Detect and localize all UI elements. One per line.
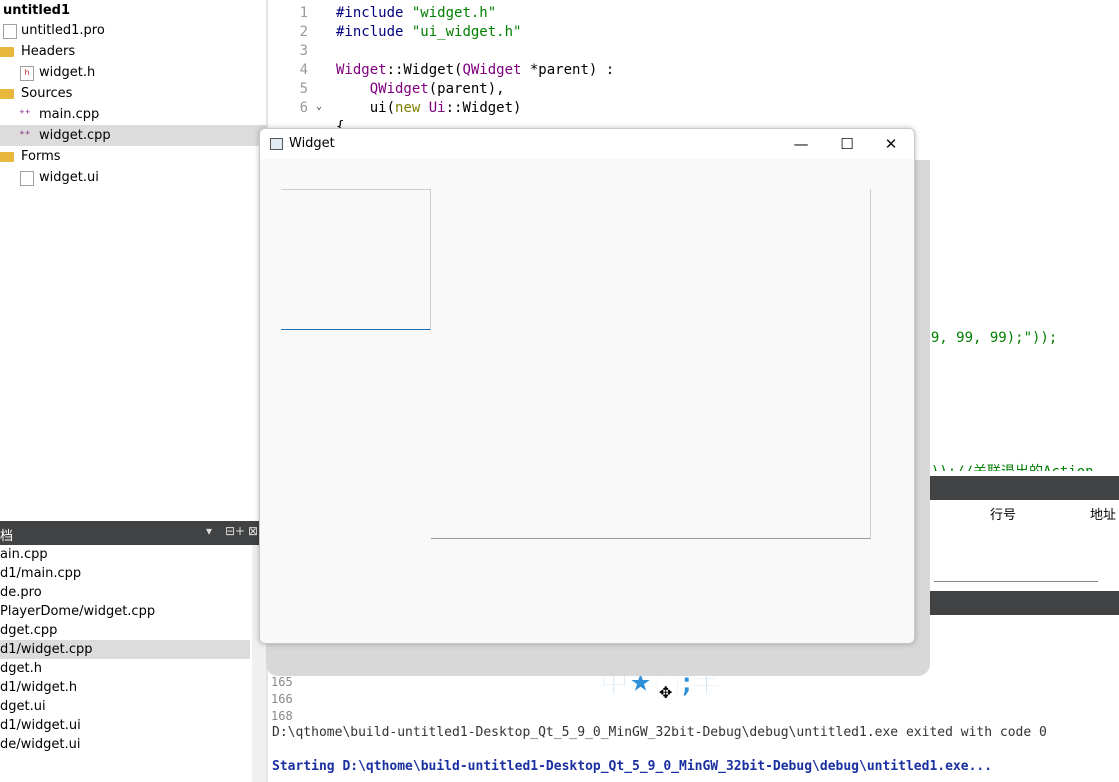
code-line-6: ui(new Ui::Widget) bbox=[336, 100, 522, 116]
app-icon bbox=[270, 138, 283, 150]
column-header-line[interactable]: 行号 bbox=[990, 504, 1016, 523]
line-number: 2 bbox=[299, 24, 308, 40]
open-documents-header: 档 ▾ ⊟+ ⊠ bbox=[0, 521, 266, 545]
tree-item-pro[interactable]: untitled1.pro bbox=[0, 20, 266, 41]
folder-icon bbox=[0, 152, 14, 162]
project-tree: untitled1 untitled1.pro Headers h widget… bbox=[0, 0, 266, 520]
fold-marker-icon[interactable]: ⌄ bbox=[316, 101, 322, 112]
code-fragment-rgb: (99, 99, 99);")); bbox=[914, 330, 1058, 346]
widget-window[interactable]: Widget — ☐ ✕ bbox=[259, 128, 915, 644]
list-item[interactable]: dget.h bbox=[0, 659, 250, 678]
list-item[interactable]: d1/widget.cpp bbox=[0, 640, 250, 659]
list-item[interactable]: d1/widget.h bbox=[0, 678, 250, 697]
folder-icon bbox=[0, 89, 14, 99]
left-panel-frame[interactable] bbox=[281, 189, 431, 330]
line-number: 1 bbox=[299, 5, 308, 21]
list-item[interactable]: de.pro bbox=[0, 583, 250, 602]
tree-item-forms[interactable]: Forms bbox=[0, 146, 266, 167]
header-file-icon: h bbox=[20, 66, 34, 81]
move-cursor-icon: ✥ bbox=[659, 683, 673, 702]
output-toolbar bbox=[914, 591, 1119, 615]
pro-file-icon bbox=[3, 24, 17, 39]
list-item[interactable]: de/widget.ui bbox=[0, 735, 250, 754]
folder-icon bbox=[0, 47, 14, 57]
tree-item-headers[interactable]: Headers bbox=[0, 41, 266, 62]
line-number: 6 bbox=[299, 100, 308, 116]
column-header-address[interactable]: 地址 bbox=[1090, 504, 1116, 523]
window-title: Widget bbox=[289, 136, 335, 151]
list-item[interactable]: d1/main.cpp bbox=[0, 564, 250, 583]
tree-item-main-cpp[interactable]: ⁺⁺ main.cpp bbox=[0, 104, 266, 125]
line-number: 3 bbox=[299, 43, 308, 59]
project-root[interactable]: untitled1 bbox=[0, 0, 266, 21]
cpp-file-icon: ⁺⁺ bbox=[19, 128, 31, 141]
tree-item-widget-h[interactable]: h widget.h bbox=[0, 62, 266, 83]
tree-item-sources[interactable]: Sources bbox=[0, 83, 266, 104]
line-number: 165 bbox=[271, 675, 293, 689]
line-number: 5 bbox=[299, 81, 308, 97]
list-item[interactable]: dget.ui bbox=[0, 697, 250, 716]
list-item[interactable]: PlayerDome/widget.cpp bbox=[0, 602, 250, 621]
line-number: 166 bbox=[271, 692, 293, 706]
tree-item-label: Forms bbox=[21, 149, 61, 164]
tree-item-label: widget.cpp bbox=[39, 128, 111, 143]
tree-item-label: widget.ui bbox=[39, 170, 99, 185]
tree-item-label: untitled1.pro bbox=[21, 23, 105, 38]
form-file-icon bbox=[20, 171, 34, 186]
list-item[interactable]: ain.cpp bbox=[0, 545, 250, 564]
minimize-button[interactable]: — bbox=[778, 129, 824, 159]
tree-item-label: Headers bbox=[21, 44, 76, 59]
exit-message: D:\qthome\build-untitled1-Desktop_Qt_5_9… bbox=[272, 725, 1047, 740]
divider bbox=[934, 581, 1098, 582]
list-item[interactable]: dget.cpp bbox=[0, 621, 250, 640]
tree-item-label: main.cpp bbox=[39, 107, 100, 122]
list-item[interactable]: d1/widget.ui bbox=[0, 716, 250, 735]
issues-toolbar bbox=[914, 476, 1119, 500]
cpp-file-icon: ⁺⁺ bbox=[19, 107, 31, 120]
code-line-4: Widget::Widget(QWidget *parent) : bbox=[336, 62, 615, 78]
code-line-1: #include "widget.h" bbox=[336, 5, 497, 21]
close-pane-icon[interactable]: ⊠ bbox=[248, 524, 258, 538]
maximize-button[interactable]: ☐ bbox=[824, 129, 870, 159]
open-documents-list: ain.cpp d1/main.cpp de.pro PlayerDome/wi… bbox=[0, 545, 266, 782]
code-line-2: #include "ui_widget.h" bbox=[336, 24, 522, 40]
split-icon[interactable]: ⊟+ bbox=[225, 524, 245, 538]
line-number: 168 bbox=[271, 709, 293, 723]
window-titlebar[interactable]: Widget — ☐ ✕ bbox=[260, 129, 914, 159]
dropdown-icon[interactable]: ▾ bbox=[206, 524, 212, 538]
close-button[interactable]: ✕ bbox=[868, 129, 914, 159]
starting-message: Starting D:\qthome\build-untitled1-Deskt… bbox=[272, 759, 993, 774]
issues-table: 行号 地址 bbox=[914, 500, 1119, 582]
code-fragment-connect: ()));//关联退出的Action bbox=[914, 463, 1094, 471]
tree-item-widget-ui[interactable]: widget.ui bbox=[0, 167, 266, 188]
code-line-5: QWidget(parent), bbox=[336, 81, 505, 97]
open-documents-title: 档 bbox=[0, 529, 14, 544]
line-number: 4 bbox=[299, 62, 308, 78]
main-panel-frame[interactable] bbox=[431, 189, 871, 539]
tree-item-widget-cpp[interactable]: ⁺⁺ widget.cpp bbox=[0, 125, 266, 146]
project-root-label: untitled1 bbox=[3, 3, 71, 18]
tree-item-label: widget.h bbox=[39, 65, 96, 80]
tree-item-label: Sources bbox=[21, 86, 73, 101]
